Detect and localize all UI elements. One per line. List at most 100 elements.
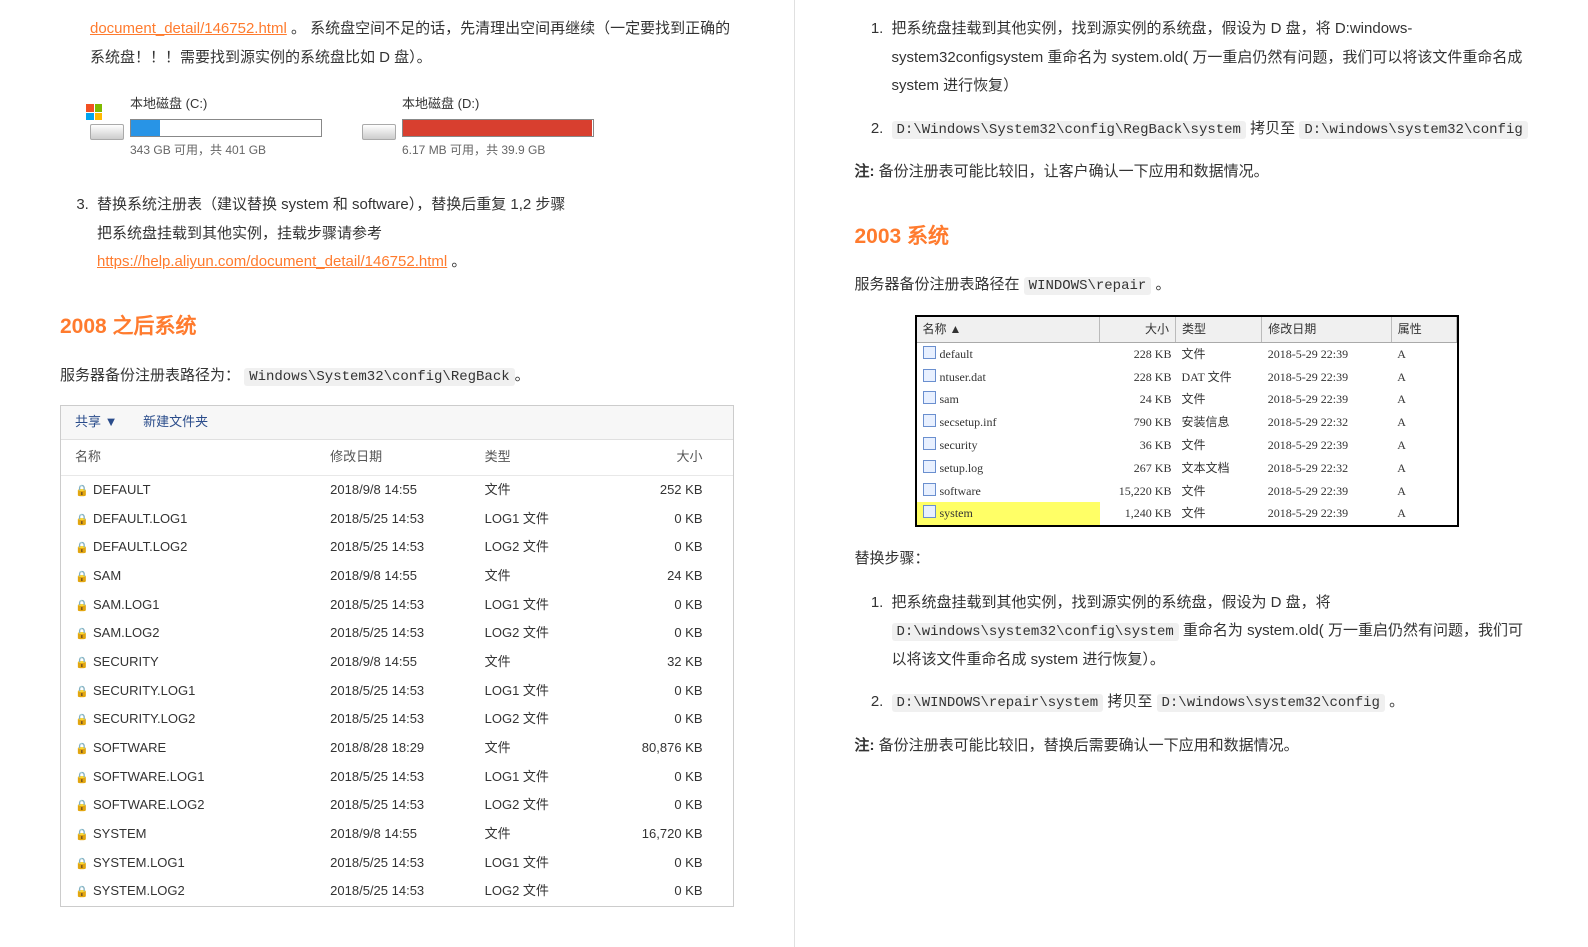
code-rstep2-b: D:\windows\system32\config — [1157, 694, 1385, 712]
table-row[interactable]: 🔒SAM.LOG22018/5/25 14:53LOG2 文件0 KB — [61, 619, 733, 648]
rstep1-a: 把系统盘挂载到其他实例，找到源实例的系统盘，假设为 D 盘，将 — [892, 594, 1331, 611]
table-row[interactable]: 🔒SAM2018/9/8 14:55文件24 KB — [61, 562, 733, 591]
table-row[interactable]: 🔒SECURITY2018/9/8 14:55文件32 KB — [61, 648, 733, 677]
code-regback-path: Windows\System32\config\RegBack — [244, 368, 514, 386]
lock-icon: 🔒 — [75, 624, 87, 645]
rcol-name[interactable]: 名称 ▲ — [917, 317, 1100, 342]
note-1: 注: 备份注册表可能比较旧，让客户确认一下应用和数据情况。 — [855, 158, 1529, 187]
table-row[interactable]: ntuser.dat228 KBDAT 文件2018-5-29 22:39A — [917, 366, 1457, 389]
lock-icon: 🔒 — [75, 596, 87, 617]
code-rstep2-a: D:\WINDOWS\repair\system — [892, 694, 1104, 712]
explorer-toolbar: 共享 ▼ 新建文件夹 — [61, 406, 733, 440]
lock-icon: 🔒 — [75, 854, 87, 875]
file-explorer-2008: 共享 ▼ 新建文件夹 名称 修改日期 类型 大小 🔒DEFAULT2018/9/… — [60, 405, 734, 907]
disk-c: 本地磁盘 (C:) 343 GB 可用，共 401 GB — [90, 92, 322, 161]
lock-icon: 🔒 — [75, 825, 87, 846]
table-row[interactable]: 🔒SOFTWARE2018/8/28 18:29文件80,876 KB — [61, 734, 733, 763]
rcol-type[interactable]: 类型 — [1175, 317, 1261, 342]
lock-icon: 🔒 — [75, 538, 87, 559]
drive-icon — [362, 108, 394, 140]
code-repair-path: WINDOWS\repair — [1024, 277, 1152, 295]
note-1-text: 备份注册表可能比较旧，让客户确认一下应用和数据情况。 — [879, 163, 1269, 180]
file-explorer-2003: 名称 ▲ 大小 类型 修改日期 属性 default228 KB文件2018-5… — [915, 315, 1459, 527]
replace-steps-title: 替换步骤： — [855, 545, 1529, 574]
table-row[interactable]: default228 KB文件2018-5-29 22:39A — [917, 342, 1457, 365]
lock-icon: 🔒 — [75, 510, 87, 531]
lock-icon: 🔒 — [75, 682, 87, 703]
windows-logo-icon — [86, 104, 102, 120]
file-icon — [923, 414, 936, 427]
disk-d: 本地磁盘 (D:) 6.17 MB 可用，共 39.9 GB — [362, 92, 594, 161]
toolbar-new-folder[interactable]: 新建文件夹 — [143, 414, 208, 429]
step-3: 替换系统注册表（建议替换 system 和 software），替换后重复 1,… — [93, 191, 734, 277]
table-row[interactable]: 🔒SAM.LOG12018/5/25 14:53LOG1 文件0 KB — [61, 591, 733, 620]
rcol-mdate[interactable]: 修改日期 — [1262, 317, 1391, 342]
table-row[interactable]: 🔒SOFTWARE.LOG12018/5/25 14:53LOG1 文件0 KB — [61, 763, 733, 792]
lock-icon: 🔒 — [75, 768, 87, 789]
right-step2-mid: 拷贝至 — [1250, 120, 1295, 137]
table-row[interactable]: 🔒SECURITY.LOG22018/5/25 14:53LOG2 文件0 KB — [61, 705, 733, 734]
rstep2-end: 。 — [1389, 693, 1404, 710]
step-list-left: 替换系统注册表（建议替换 system 和 software），替换后重复 1,… — [60, 191, 734, 277]
lock-icon: 🔒 — [75, 710, 87, 731]
table-row[interactable]: 🔒DEFAULT.LOG22018/5/25 14:53LOG2 文件0 KB — [61, 533, 733, 562]
table-row[interactable]: 🔒SYSTEM.LOG12018/5/25 14:53LOG1 文件0 KB — [61, 849, 733, 878]
table-row[interactable]: security36 KB文件2018-5-29 22:39A — [917, 434, 1457, 457]
lock-icon: 🔒 — [75, 796, 87, 817]
note-label: 注: — [855, 163, 875, 180]
step3-text-b: 把系统盘挂载到其他实例，挂载步骤请参考 — [97, 225, 382, 242]
left-column: document_detail/146752.html 。 系统盘空间不足的话，… — [0, 0, 794, 947]
table-row[interactable]: 🔒SYSTEM.LOG22018/5/25 14:53LOG2 文件0 KB — [61, 877, 733, 906]
code-dst-path: D:\windows\system32\config — [1299, 121, 1527, 139]
lock-icon: 🔒 — [75, 653, 87, 674]
p-2003-text-a: 服务器备份注册表路径在 — [855, 276, 1024, 293]
table-row[interactable]: 🔒SYSTEM2018/9/8 14:55文件16,720 KB — [61, 820, 733, 849]
table-row[interactable]: secsetup.inf790 KB安装信息2018-5-29 22:32A — [917, 411, 1457, 434]
table-row[interactable]: 🔒SOFTWARE.LOG22018/5/25 14:53LOG2 文件0 KB — [61, 791, 733, 820]
lock-icon: 🔒 — [75, 567, 87, 588]
disk-d-label: 本地磁盘 (D:) — [402, 92, 594, 117]
heading-2003: 2003 系统 — [855, 217, 1529, 257]
table-row[interactable]: setup.log267 KB文本文档2018-5-29 22:32A — [917, 457, 1457, 480]
replace-step-list: 把系统盘挂载到其他实例，找到源实例的系统盘，假设为 D 盘，将 D:\windo… — [855, 589, 1529, 717]
col-size[interactable]: 大小 — [591, 440, 732, 475]
disk-d-usage-bar — [402, 119, 594, 137]
table-row[interactable]: software15,220 KB文件2018-5-29 22:39A — [917, 480, 1457, 503]
replace-step-2: D:\WINDOWS\repair\system 拷贝至 D:\windows\… — [888, 688, 1529, 717]
file-icon — [923, 369, 936, 382]
table-row[interactable]: 🔒DEFAULT.LOG12018/5/25 14:53LOG1 文件0 KB — [61, 505, 733, 534]
heading-2008: 2008 之后系统 — [60, 307, 734, 347]
p-2003: 服务器备份注册表路径在 WINDOWS\repair 。 — [855, 271, 1529, 300]
note-2: 注: 备份注册表可能比较旧，替换后需要确认一下应用和数据情况。 — [855, 732, 1529, 761]
rcol-attr[interactable]: 属性 — [1391, 317, 1456, 342]
col-type[interactable]: 类型 — [471, 440, 592, 475]
lock-icon: 🔒 — [75, 481, 87, 502]
file-icon — [923, 437, 936, 450]
toolbar-share[interactable]: 共享 ▼ — [75, 414, 117, 429]
right-step-2: D:\Windows\System32\config\RegBack\syste… — [888, 115, 1529, 144]
p-2003-text-b: 。 — [1155, 276, 1170, 293]
step3-text-a: 替换系统注册表（建议替换 system 和 software），替换后重复 1,… — [97, 191, 734, 220]
explorer-table: 名称 修改日期 类型 大小 🔒DEFAULT2018/9/8 14:55文件25… — [61, 440, 733, 906]
p-2008: 服务器备份注册表路径为： Windows\System32\config\Reg… — [60, 362, 734, 391]
col-name[interactable]: 名称 — [61, 440, 316, 475]
file-icon — [923, 505, 936, 518]
top-paragraph: document_detail/146752.html 。 系统盘空间不足的话，… — [90, 15, 734, 72]
step3-help-link[interactable]: https://help.aliyun.com/document_detail/… — [97, 253, 447, 270]
file-icon — [923, 346, 936, 359]
lock-icon: 🔒 — [75, 882, 87, 903]
disk-c-usage-bar — [130, 119, 322, 137]
rcol-size[interactable]: 大小 — [1100, 317, 1176, 342]
top-doc-link[interactable]: document_detail/146752.html — [90, 20, 287, 37]
replace-step-1: 把系统盘挂载到其他实例，找到源实例的系统盘，假设为 D 盘，将 D:\windo… — [888, 589, 1529, 675]
disk-d-free: 6.17 MB 可用，共 39.9 GB — [402, 139, 594, 162]
right-steps-2008: 把系统盘挂载到其他实例，找到源实例的系统盘，假设为 D 盘，将 D:window… — [855, 15, 1529, 143]
drive-icon — [90, 108, 122, 140]
table-row[interactable]: 🔒DEFAULT2018/9/8 14:55文件252 KB — [61, 475, 733, 504]
table-row[interactable]: 🔒SECURITY.LOG12018/5/25 14:53LOG1 文件0 KB — [61, 677, 733, 706]
table-row[interactable]: sam24 KB文件2018-5-29 22:39A — [917, 388, 1457, 411]
col-mdate[interactable]: 修改日期 — [316, 440, 470, 475]
disk-c-label: 本地磁盘 (C:) — [130, 92, 322, 117]
table-row[interactable]: system1,240 KB文件2018-5-29 22:39A — [917, 502, 1457, 525]
disk-c-free: 343 GB 可用，共 401 GB — [130, 139, 322, 162]
